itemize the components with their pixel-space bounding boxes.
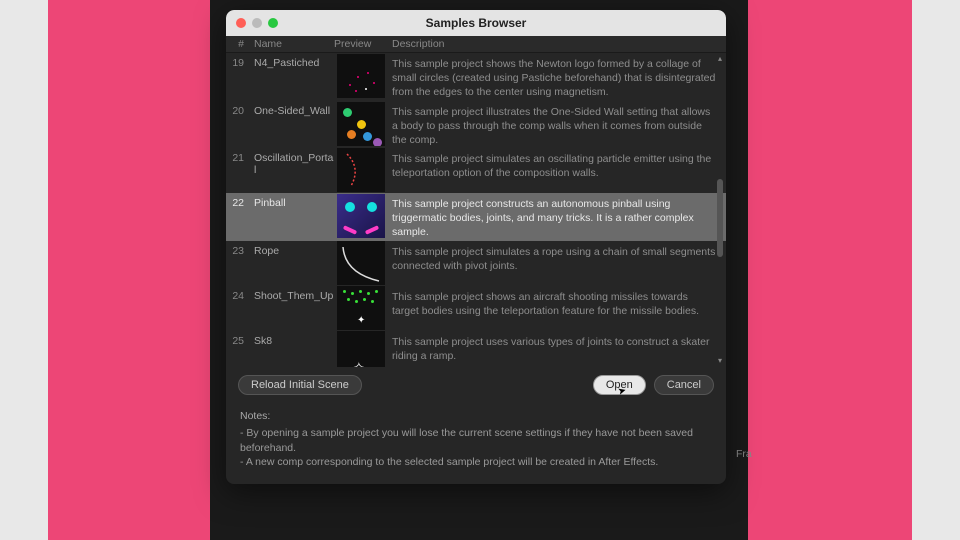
column-header-description[interactable]: Description [388,38,726,50]
open-button-label: Open [606,379,633,391]
notes-panel: Notes: - By opening a sample project you… [226,403,726,484]
row-name: Oscillation_Portal [250,148,334,192]
table-row[interactable]: 19N4_Pastiched This sample project shows … [226,53,726,101]
column-header-index[interactable]: # [226,38,250,50]
row-name: One-Sided_Wall [250,101,334,148]
row-name: Sk8 [250,331,334,368]
scroll-thumb[interactable] [717,179,723,257]
table-row[interactable]: 22Pinball This sample project constructs … [226,193,726,241]
samples-table-body: 19N4_Pastiched This sample project shows … [226,53,726,367]
row-description: This sample project constructs an autono… [388,193,726,240]
scrollbar[interactable]: ▴ ▾ [716,55,724,365]
table-row[interactable]: 24Shoot_Them_Up✦This sample project show… [226,286,726,331]
row-index: 23 [226,241,250,285]
background-truncated-label: Fra [736,448,752,460]
table-row[interactable]: 23Rope This sample project simulates a ro… [226,241,726,286]
row-preview-thumbnail: ✦ [334,286,388,330]
table-header: # Name Preview Description [226,36,726,53]
notes-heading: Notes: [240,409,712,424]
row-name: Shoot_Them_Up [250,286,334,330]
row-index: 19 [226,53,250,100]
row-name: N4_Pastiched [250,53,334,100]
row-index: 25 [226,331,250,368]
dialog-button-row: Reload Initial Scene Open ➤ Cancel [226,367,726,403]
open-button[interactable]: Open ➤ [593,375,646,395]
row-index: 24 [226,286,250,330]
row-description: This sample project simulates an oscilla… [388,148,726,192]
row-description: This sample project shows the Newton log… [388,53,726,100]
row-preview-thumbnail: ✧ [334,331,388,368]
scroll-down-icon[interactable]: ▾ [716,357,724,365]
row-description: This sample project uses various types o… [388,331,726,368]
row-name: Rope [250,241,334,285]
row-preview-thumbnail [334,241,388,285]
table-row[interactable]: 20One-Sided_Wall This sample project illu… [226,101,726,149]
notes-line-1: - By opening a sample project you will l… [240,426,712,455]
window-title: Samples Browser [226,16,726,30]
row-index: 21 [226,148,250,192]
row-preview-thumbnail [334,101,388,148]
row-preview-thumbnail [334,193,388,240]
row-preview-thumbnail [334,53,388,100]
column-header-preview[interactable]: Preview [334,38,388,50]
row-index: 22 [226,193,250,240]
cancel-button[interactable]: Cancel [654,375,714,395]
window-titlebar[interactable]: Samples Browser [226,10,726,36]
row-description: This sample project shows an aircraft sh… [388,286,726,330]
row-description: This sample project simulates a rope usi… [388,241,726,285]
column-header-name[interactable]: Name [250,38,334,50]
scroll-up-icon[interactable]: ▴ [716,55,724,63]
background-right-panel [734,0,912,540]
samples-browser-window: Samples Browser # Name Preview Descripti… [226,10,726,484]
row-description: This sample project illustrates the One-… [388,101,726,148]
table-row[interactable]: 21Oscillation_Portal This sample project … [226,148,726,193]
row-name: Pinball [250,193,334,240]
notes-line-2: - A new comp corresponding to the select… [240,455,712,470]
row-preview-thumbnail [334,148,388,192]
background-left-panel [48,0,226,540]
reload-initial-scene-button[interactable]: Reload Initial Scene [238,375,362,395]
row-index: 20 [226,101,250,148]
table-row[interactable]: 25Sk8✧This sample project uses various t… [226,331,726,368]
